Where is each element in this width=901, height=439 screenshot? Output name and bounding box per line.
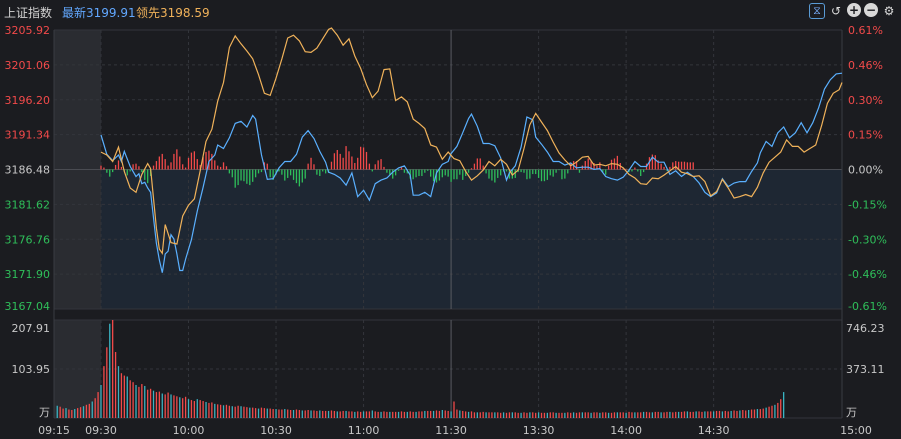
- price-tick-label: 3176.76: [5, 233, 51, 246]
- price-tick-label: 3205.92: [5, 24, 51, 37]
- pct-tick-label: 0.00%: [848, 164, 883, 177]
- volume-tick-label-right: 746.23: [846, 322, 885, 335]
- intraday-chart[interactable]: 3205.92 3201.06 3196.20 3191.34 3186.48 3181.…: [0, 0, 901, 439]
- time-tick-label: 14:30: [698, 424, 730, 437]
- time-tick-label: 09:30: [85, 424, 117, 437]
- pct-tick-label: -0.61%: [848, 300, 887, 313]
- time-tick-label: 09:15: [38, 424, 70, 437]
- pct-tick-label: 0.15%: [848, 129, 883, 142]
- volume-tick-label-right: 万: [846, 406, 857, 419]
- price-tick-label: 3191.34: [5, 129, 51, 142]
- time-tick-label: 13:30: [523, 424, 555, 437]
- pct-tick-label: 0.30%: [848, 94, 883, 107]
- volume-tick-label-left: 万: [39, 406, 50, 419]
- time-tick-label: 10:30: [260, 424, 292, 437]
- price-tick-label: 3201.06: [5, 59, 51, 72]
- volume-tick-label-right: 373.11: [846, 363, 885, 376]
- price-tick-label: 3171.90: [5, 268, 51, 281]
- time-tick-label: 11:00: [348, 424, 380, 437]
- time-tick-label: 14:00: [610, 424, 642, 437]
- pct-tick-label: -0.46%: [848, 268, 887, 281]
- volume-tick-label-left: 207.91: [12, 322, 51, 335]
- pct-tick-label: -0.15%: [848, 198, 887, 211]
- time-tick-label: 15:00: [840, 424, 872, 437]
- price-tick-label: 3186.48: [5, 164, 51, 177]
- time-tick-label: 11:30: [435, 424, 467, 437]
- pct-tick-label: 0.46%: [848, 59, 883, 72]
- volume-tick-label-left: 103.95: [12, 363, 51, 376]
- time-tick-label: 10:00: [173, 424, 205, 437]
- price-tick-label: 3196.20: [5, 94, 51, 107]
- chart-frame: [53, 29, 843, 419]
- pct-tick-label: -0.30%: [848, 233, 887, 246]
- price-tick-label: 3167.04: [5, 300, 51, 313]
- pct-tick-label: 0.61%: [848, 24, 883, 37]
- price-tick-label: 3181.62: [5, 198, 51, 211]
